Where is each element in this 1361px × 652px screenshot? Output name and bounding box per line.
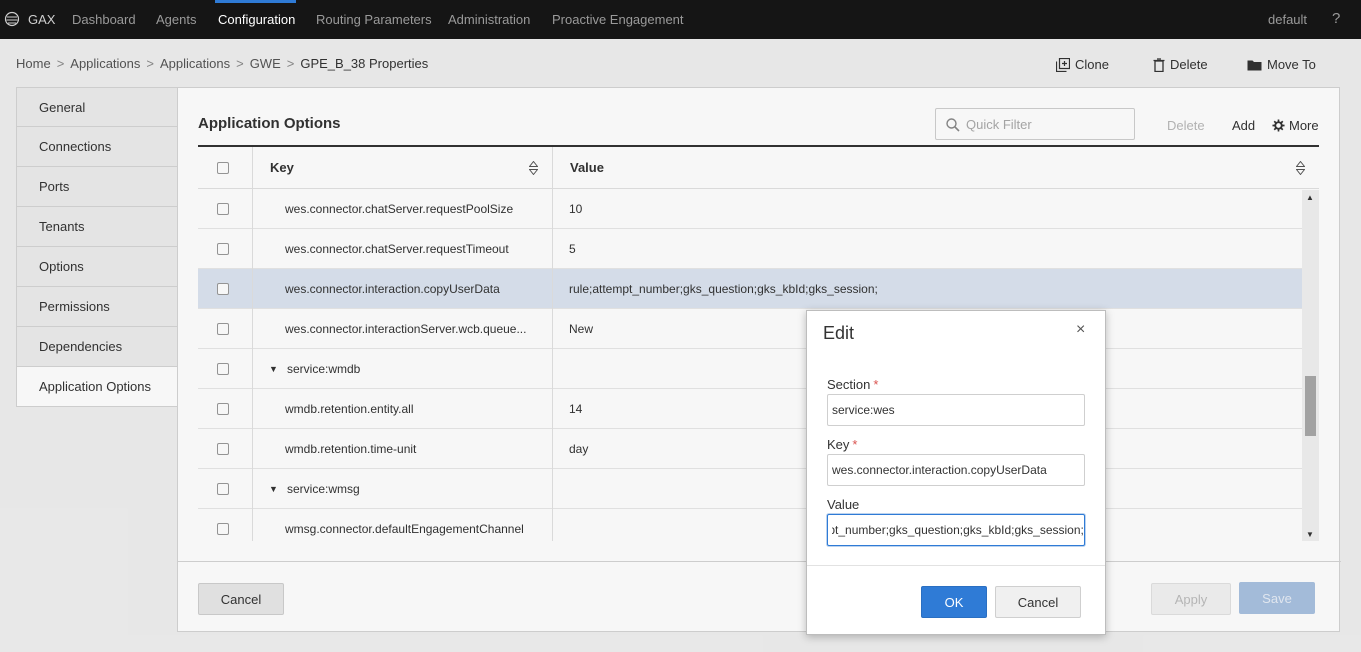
required-marker: *: [873, 377, 879, 392]
user-menu[interactable]: default: [1268, 12, 1307, 27]
dialog-divider: [807, 565, 1105, 566]
value-field[interactable]: [827, 514, 1085, 546]
key-field[interactable]: [827, 454, 1085, 486]
dialog-title: Edit: [823, 323, 855, 343]
nav-item-proactive-engagement[interactable]: Proactive Engagement: [552, 12, 684, 27]
nav-item-routing-parameters[interactable]: Routing Parameters: [316, 12, 432, 27]
top-navigation-bar: GAX Dashboard Agents Configuration Routi…: [0, 0, 1361, 39]
required-marker: *: [852, 437, 858, 452]
ok-button[interactable]: OK: [921, 586, 987, 618]
key-label: Key *: [827, 437, 857, 452]
active-nav-indicator: [215, 0, 296, 3]
help-icon[interactable]: ?: [1332, 10, 1340, 27]
section-label: Section *: [827, 377, 878, 392]
key-label-text: Key: [827, 437, 850, 452]
nav-item-administration[interactable]: Administration: [448, 12, 530, 27]
edit-dialog: Edit × Section* Key* Value OK Cancel: [806, 310, 1106, 635]
nav-item-dashboard[interactable]: Dashboard: [72, 12, 136, 27]
value-label: Value: [827, 497, 860, 512]
nav-item-configuration[interactable]: Configuration: [218, 12, 295, 27]
nav-item-agents[interactable]: Agents: [156, 12, 196, 27]
dialog-cancel-button[interactable]: Cancel: [995, 586, 1081, 618]
section-label-text: Section: [827, 377, 871, 392]
gax-logo-icon: [4, 11, 20, 27]
close-icon[interactable]: ×: [1076, 321, 1085, 339]
brand-label[interactable]: GAX: [28, 12, 55, 27]
section-field[interactable]: [827, 394, 1085, 426]
modal-backdrop: [0, 39, 1361, 652]
